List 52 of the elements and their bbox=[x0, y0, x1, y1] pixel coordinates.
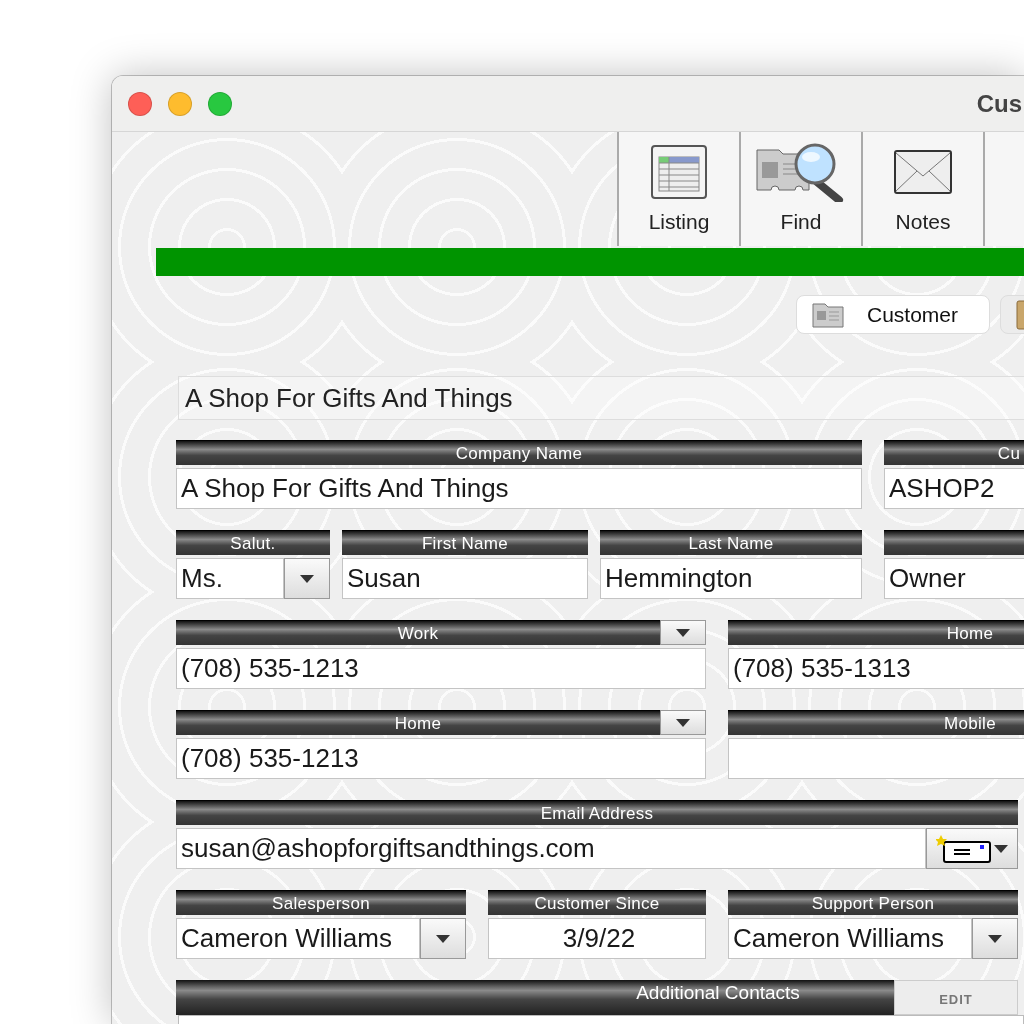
section-header: Additional Contacts bbox=[176, 980, 894, 1015]
email-button[interactable] bbox=[926, 828, 1018, 869]
envelope-icon bbox=[893, 149, 953, 195]
input-field[interactable]: Owner bbox=[884, 558, 1024, 599]
close-button[interactable] bbox=[128, 91, 152, 116]
input-field[interactable]: susan@ashopforgiftsandthings.com bbox=[176, 828, 926, 869]
dropdown-button[interactable] bbox=[284, 558, 330, 599]
toolbar-button[interactable]: Listing bbox=[617, 132, 739, 246]
field-label: Company Name bbox=[176, 440, 862, 465]
input-field[interactable]: ASHOP2 bbox=[884, 468, 1024, 509]
field-label: Email Address bbox=[176, 800, 1018, 825]
caret-icon bbox=[988, 934, 1002, 943]
input-field[interactable]: 3/9/22 bbox=[488, 918, 706, 959]
caret-icon bbox=[436, 934, 450, 943]
dropdown-button[interactable] bbox=[972, 918, 1018, 959]
table-icon bbox=[650, 144, 708, 200]
field-label: Customer Since bbox=[488, 890, 706, 915]
envelope-icon bbox=[936, 833, 992, 864]
caret-icon bbox=[676, 628, 690, 637]
input-field[interactable]: Cameron Williams bbox=[728, 918, 972, 959]
input-field[interactable]: Susan bbox=[342, 558, 588, 599]
field-label: Salut. bbox=[176, 530, 330, 555]
input-field[interactable]: (708) 535-1213 bbox=[176, 648, 706, 689]
input-field[interactable]: Ms. bbox=[176, 558, 284, 599]
label-dropdown-button[interactable] bbox=[660, 710, 706, 735]
caret-icon bbox=[994, 844, 1008, 853]
caret-icon bbox=[676, 718, 690, 727]
toolbar-button[interactable]: Notes bbox=[861, 132, 983, 246]
card-icon bbox=[811, 300, 845, 329]
record-title: A Shop For Gifts And Things bbox=[178, 376, 1024, 420]
field-label: Cu bbox=[884, 440, 1024, 465]
input-field[interactable]: Hemmington bbox=[600, 558, 862, 599]
window-title: Cus bbox=[976, 89, 1023, 118]
input-field[interactable]: A Shop For Gifts And Things bbox=[176, 468, 862, 509]
zoom-button[interactable] bbox=[208, 91, 232, 116]
toolbar-button[interactable]: Find bbox=[739, 132, 861, 246]
dropdown-button[interactable] bbox=[420, 918, 466, 959]
label-dropdown-button[interactable] bbox=[660, 620, 706, 645]
field-label: Home bbox=[728, 620, 1024, 645]
field-label: Support Person bbox=[728, 890, 1018, 915]
edit-button[interactable]: EDIT bbox=[894, 980, 1018, 1015]
input-field[interactable]: (708) 535-1313 bbox=[728, 648, 1024, 689]
field-label: First Name bbox=[342, 530, 588, 555]
field-label: Mobile bbox=[728, 710, 1024, 735]
field-label: Salesperson bbox=[176, 890, 466, 915]
caret-icon bbox=[300, 574, 314, 583]
input-field[interactable]: Cameron Williams bbox=[176, 918, 420, 959]
tab[interactable]: Customer bbox=[796, 295, 990, 334]
field-label: Work bbox=[176, 620, 660, 645]
field-label: Home bbox=[176, 710, 660, 735]
field-label: Last Name bbox=[600, 530, 862, 555]
input-field[interactable]: (708) 535-1213 bbox=[176, 738, 706, 779]
